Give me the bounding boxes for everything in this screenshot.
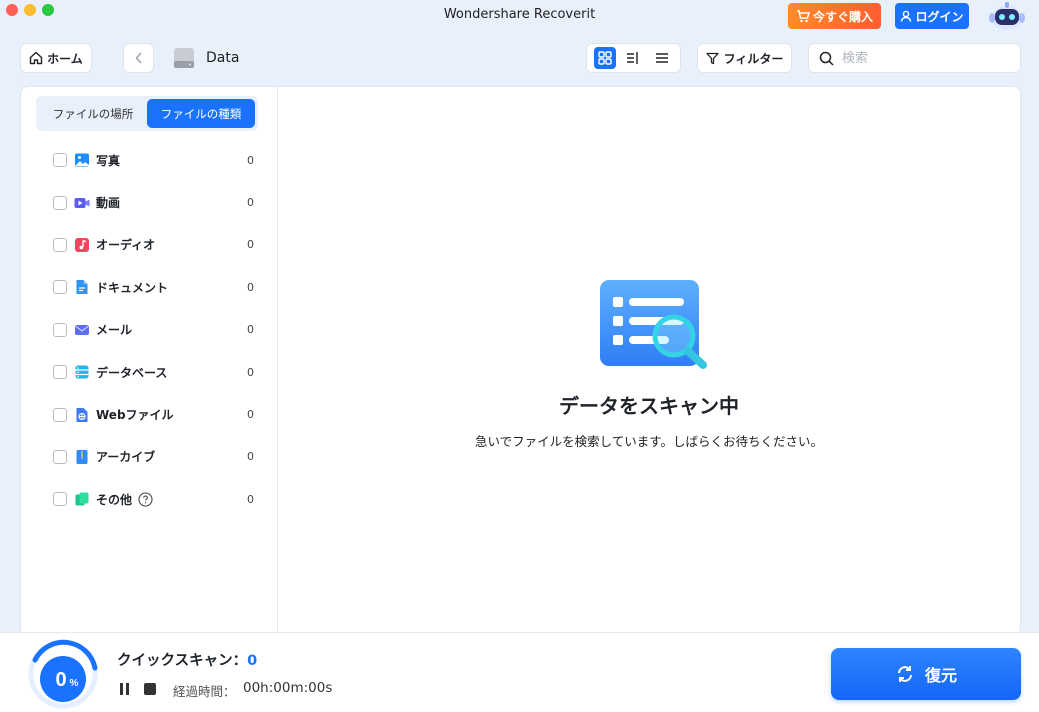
home-icon xyxy=(29,51,43,65)
back-button[interactable] xyxy=(123,43,154,73)
sidebar: ファイルの場所 ファイルの種類 写真 0 動画 0 オーディオ 0 ドキュメント… xyxy=(21,87,278,635)
category-item-mail[interactable]: メール 0 xyxy=(53,309,257,351)
elapsed-time-label: 経過時間： xyxy=(173,684,236,699)
category-count: 0 xyxy=(247,238,254,252)
category-count: 0 xyxy=(247,280,254,294)
category-item-other[interactable]: その他 0 xyxy=(53,478,257,520)
scan-count: 0 xyxy=(247,653,258,669)
category-checkbox[interactable] xyxy=(53,492,67,507)
video-icon xyxy=(74,195,90,211)
category-checkbox[interactable] xyxy=(53,365,67,380)
category-count: 0 xyxy=(247,323,254,337)
tab-file-type[interactable]: ファイルの種類 xyxy=(147,99,255,128)
list-icon xyxy=(655,53,668,63)
category-checkbox[interactable] xyxy=(53,153,67,168)
category-label: 動画 xyxy=(96,196,121,211)
category-item-web-file[interactable]: Webファイル 0 xyxy=(53,393,257,435)
search-icon xyxy=(819,51,834,66)
view-mode-group xyxy=(586,43,681,73)
progress-unit: % xyxy=(70,678,79,689)
photo-icon xyxy=(74,152,90,168)
category-label: データベース xyxy=(96,365,168,380)
database-icon xyxy=(74,364,90,380)
pause-button[interactable] xyxy=(118,683,132,695)
restore-button[interactable]: 復元 xyxy=(831,648,1021,700)
buy-now-label: 今すぐ購入 xyxy=(812,9,873,24)
main-panel: ファイルの場所 ファイルの種類 写真 0 動画 0 オーディオ 0 ドキュメント… xyxy=(20,86,1021,636)
stop-button[interactable] xyxy=(144,683,156,695)
grid-view-button[interactable] xyxy=(594,47,617,69)
current-path: Data xyxy=(206,50,240,66)
title-bar: Wondershare Recoverit 今すぐ購入 ログイン xyxy=(0,0,1039,30)
filter-label: フィルター xyxy=(723,51,784,66)
category-item-audio[interactable]: オーディオ 0 xyxy=(53,224,257,266)
scan-status-label: クイックスキャン： xyxy=(117,653,248,669)
category-checkbox[interactable] xyxy=(53,449,67,464)
category-count: 0 xyxy=(247,408,254,422)
search-input[interactable] xyxy=(842,50,1002,66)
category-label: メール xyxy=(96,323,133,338)
category-item-photo[interactable]: 写真 0 xyxy=(53,139,257,181)
category-label: アーカイブ xyxy=(96,450,156,465)
tab-file-location[interactable]: ファイルの場所 xyxy=(39,99,147,128)
chevron-left-icon xyxy=(134,52,142,64)
list-view-button[interactable] xyxy=(651,47,673,69)
category-label: Webファイル xyxy=(96,408,174,423)
search-box xyxy=(808,43,1021,73)
progress-ring: 0 % xyxy=(28,639,98,709)
category-label: その他 xyxy=(96,492,133,507)
detail-list-view-button[interactable] xyxy=(622,47,644,69)
category-count: 0 xyxy=(247,492,254,506)
restore-icon xyxy=(897,666,912,682)
app-title: Wondershare Recoverit xyxy=(443,7,596,22)
category-count: 0 xyxy=(247,153,254,167)
buy-now-button[interactable]: 今すぐ購入 xyxy=(788,3,881,29)
category-checkbox[interactable] xyxy=(53,280,67,295)
elapsed-time-value: 00h:00m:00s xyxy=(243,680,333,696)
restore-label: 復元 xyxy=(924,666,957,685)
category-checkbox[interactable] xyxy=(53,322,67,337)
cart-icon xyxy=(796,9,810,22)
category-checkbox[interactable] xyxy=(53,195,67,210)
category-label: 写真 xyxy=(96,153,121,168)
category-item-archive[interactable]: アーカイブ 0 xyxy=(53,436,257,478)
audio-icon xyxy=(74,237,90,253)
drive-icon xyxy=(174,48,194,68)
assistant-robot-icon[interactable] xyxy=(985,0,1029,32)
status-bar: 0 % クイックスキャン：0 経過時間： 00h:00m:00s 復元 xyxy=(0,632,1039,712)
scan-subtitle: 急いでファイルを検索しています。しばらくお待ちください。 xyxy=(474,434,823,449)
web-file-icon xyxy=(74,407,90,423)
login-label: ログイン xyxy=(915,9,964,24)
category-checkbox[interactable] xyxy=(53,237,67,252)
archive-icon xyxy=(74,449,90,465)
category-count: 0 xyxy=(247,450,254,464)
category-label: ドキュメント xyxy=(96,280,169,295)
content-area: データをスキャン中 急いでファイルを検索しています。しばらくお待ちください。 xyxy=(278,87,1020,635)
user-icon xyxy=(901,10,912,22)
category-list: 写真 0 動画 0 オーディオ 0 ドキュメント 0 メール 0 データベース … xyxy=(53,139,257,521)
filter-button[interactable]: フィルター xyxy=(697,43,792,73)
document-icon xyxy=(74,279,90,295)
category-label: オーディオ xyxy=(96,238,156,253)
scan-illustration-icon xyxy=(600,280,707,369)
category-item-video[interactable]: 動画 0 xyxy=(53,181,257,223)
category-count: 0 xyxy=(247,196,254,210)
login-button[interactable]: ログイン xyxy=(895,3,969,29)
help-icon[interactable] xyxy=(138,492,153,507)
sidebar-tabs: ファイルの場所 ファイルの種類 xyxy=(36,96,258,131)
category-count: 0 xyxy=(247,365,254,379)
category-checkbox[interactable] xyxy=(53,407,67,422)
mail-icon xyxy=(74,322,90,338)
progress-number: 0 xyxy=(55,669,66,691)
home-label: ホーム xyxy=(47,51,83,66)
home-button[interactable]: ホーム xyxy=(20,43,92,73)
category-item-document[interactable]: ドキュメント 0 xyxy=(53,266,257,308)
filter-icon xyxy=(705,52,719,64)
other-icon xyxy=(74,491,90,507)
scan-title: データをスキャン中 xyxy=(559,394,739,418)
category-item-database[interactable]: データベース 0 xyxy=(53,351,257,393)
scan-status: クイックスキャン：0 xyxy=(117,649,257,670)
grid-icon xyxy=(598,51,612,65)
detail-list-icon xyxy=(627,52,639,64)
